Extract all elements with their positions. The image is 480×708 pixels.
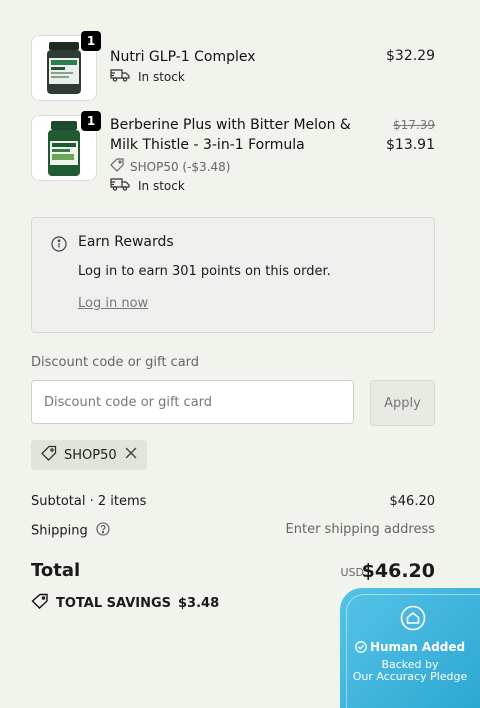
applied-code: SHOP50: [64, 447, 117, 463]
apply-button[interactable]: Apply: [370, 380, 435, 426]
shipping-row: Shipping Enter shipping address: [31, 522, 435, 540]
stock-label: In stock: [138, 69, 185, 84]
subtotal-value: $46.20: [389, 494, 436, 509]
shipping-label: Shipping: [31, 523, 88, 539]
total-value: $46.20: [361, 560, 435, 582]
badge-title: Human Added: [340, 640, 480, 656]
savings-label: TOTAL SAVINGS: [56, 595, 172, 611]
quantity-badge: 1: [81, 111, 101, 131]
help-icon[interactable]: [96, 522, 110, 540]
shipping-value: Enter shipping address: [285, 522, 435, 537]
item-price: $13.91: [386, 137, 435, 153]
rewards-message: Log in to earn 301 points on this order.: [78, 264, 331, 279]
login-link[interactable]: Log in now: [78, 296, 148, 311]
total-label: Total: [31, 560, 81, 581]
stock-label: In stock: [138, 178, 185, 193]
currency-code: USD: [340, 566, 364, 579]
applied-discount-chip: SHOP50: [31, 440, 147, 470]
item-name: Nutri GLP-1 Complex: [110, 49, 256, 65]
info-icon: [51, 236, 67, 256]
line-item: 1 Nutri GLP-1 Complex In stock $32.29: [31, 31, 435, 101]
total-savings: TOTAL SAVINGS $3.48: [31, 593, 219, 613]
item-name: Berberine Plus with Bitter Melon & Milk …: [110, 117, 351, 153]
home-icon: [400, 605, 426, 635]
item-price: $32.29: [386, 48, 435, 64]
tag-icon: [31, 593, 49, 613]
subtotal-label: Subtotal · 2 items: [31, 494, 147, 509]
rewards-title: Earn Rewards: [78, 234, 174, 250]
truck-icon: [110, 177, 130, 194]
subtotal-row: Subtotal · 2 items $46.20: [31, 494, 435, 509]
quantity-badge: 1: [81, 31, 101, 51]
check-icon: [355, 641, 367, 656]
badge-line3: Our Accuracy Pledge: [352, 670, 468, 683]
badge-line1: Human Added: [369, 640, 466, 654]
tag-icon: [41, 445, 57, 465]
discount-label: SHOP50 (-$3.48): [130, 159, 231, 174]
discount-code-input[interactable]: [31, 380, 354, 424]
stock-status: In stock: [110, 177, 185, 194]
truck-icon: [110, 68, 130, 85]
original-price: $17.39: [393, 118, 435, 132]
savings-value: $3.48: [178, 595, 220, 611]
line-item: 1 Berberine Plus with Bitter Melon & Mil…: [31, 111, 435, 195]
discount-label: Discount code or gift card: [31, 355, 200, 370]
accuracy-pledge-badge[interactable]: Human Added Backed by Our Accuracy Pledg…: [340, 588, 480, 708]
rewards-panel: Earn Rewards Log in to earn 301 points o…: [31, 217, 435, 333]
item-discount: SHOP50 (-$3.48): [110, 158, 230, 175]
stock-status: In stock: [110, 68, 185, 85]
remove-discount-icon[interactable]: [125, 447, 137, 463]
tag-icon: [110, 158, 124, 175]
